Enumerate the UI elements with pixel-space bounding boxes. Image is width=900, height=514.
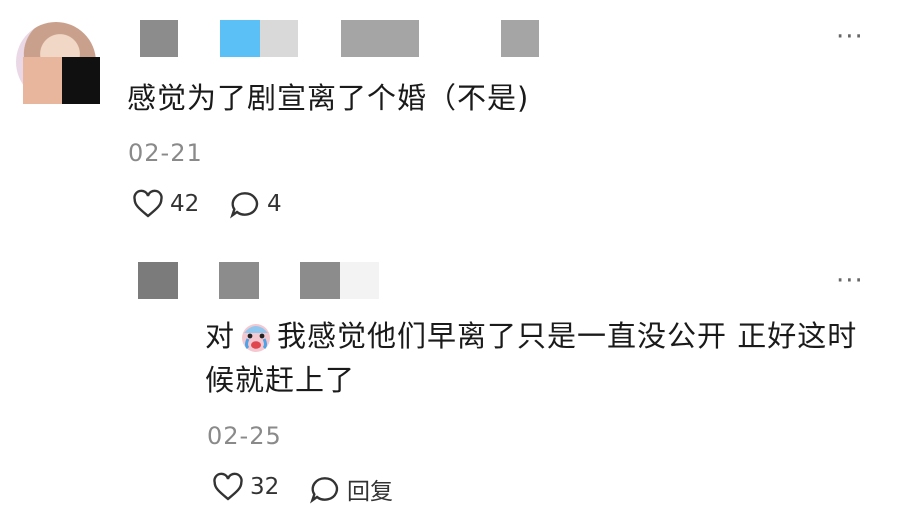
username-censor-block <box>501 20 539 57</box>
like-button[interactable]: 32 <box>212 472 279 502</box>
more-icon[interactable]: ··· <box>836 266 864 296</box>
username-censor-block <box>341 20 419 57</box>
reply-count: 4 <box>267 191 282 217</box>
username-censor-block <box>260 20 298 57</box>
reply-text-line2: 候就赶上了 <box>205 363 356 397</box>
reply-date: 02-25 <box>207 422 282 450</box>
like-button[interactable]: 42 <box>132 189 199 219</box>
like-count: 42 <box>170 191 200 217</box>
avatar-censor-block <box>138 262 178 299</box>
reply-text-prefix: 对 <box>205 319 236 353</box>
username-censor-block <box>300 262 340 299</box>
more-icon[interactable]: ··· <box>836 22 864 52</box>
comment-text: 感觉为了剧宣离了个婚（不是) <box>127 81 530 115</box>
heart-icon <box>213 472 243 501</box>
avatar-censor-block <box>23 57 63 104</box>
comment-bubble-icon <box>310 477 339 504</box>
comment-bubble-icon <box>230 192 259 219</box>
avatar-censor-block <box>62 57 100 104</box>
reply-text-main: 我感觉他们早离了只是一直没公开 正好这时 <box>277 319 858 353</box>
username-censor-block <box>220 20 260 57</box>
reply-button[interactable]: 4 <box>229 189 282 219</box>
heart-icon <box>133 189 163 218</box>
username-censor-block <box>140 20 178 57</box>
like-count: 32 <box>250 474 280 500</box>
crying-face-emoji-icon <box>242 324 271 352</box>
reply-button[interactable]: 回复 <box>309 472 393 506</box>
username-censor-block <box>340 262 379 299</box>
reply-comment-text: 对 我感觉他们早离了只是一直没公开 正好这时 <box>205 316 857 356</box>
reply-label: 回复 <box>347 479 393 505</box>
comment-date: 02-21 <box>128 139 203 167</box>
username-censor-block <box>219 262 259 299</box>
